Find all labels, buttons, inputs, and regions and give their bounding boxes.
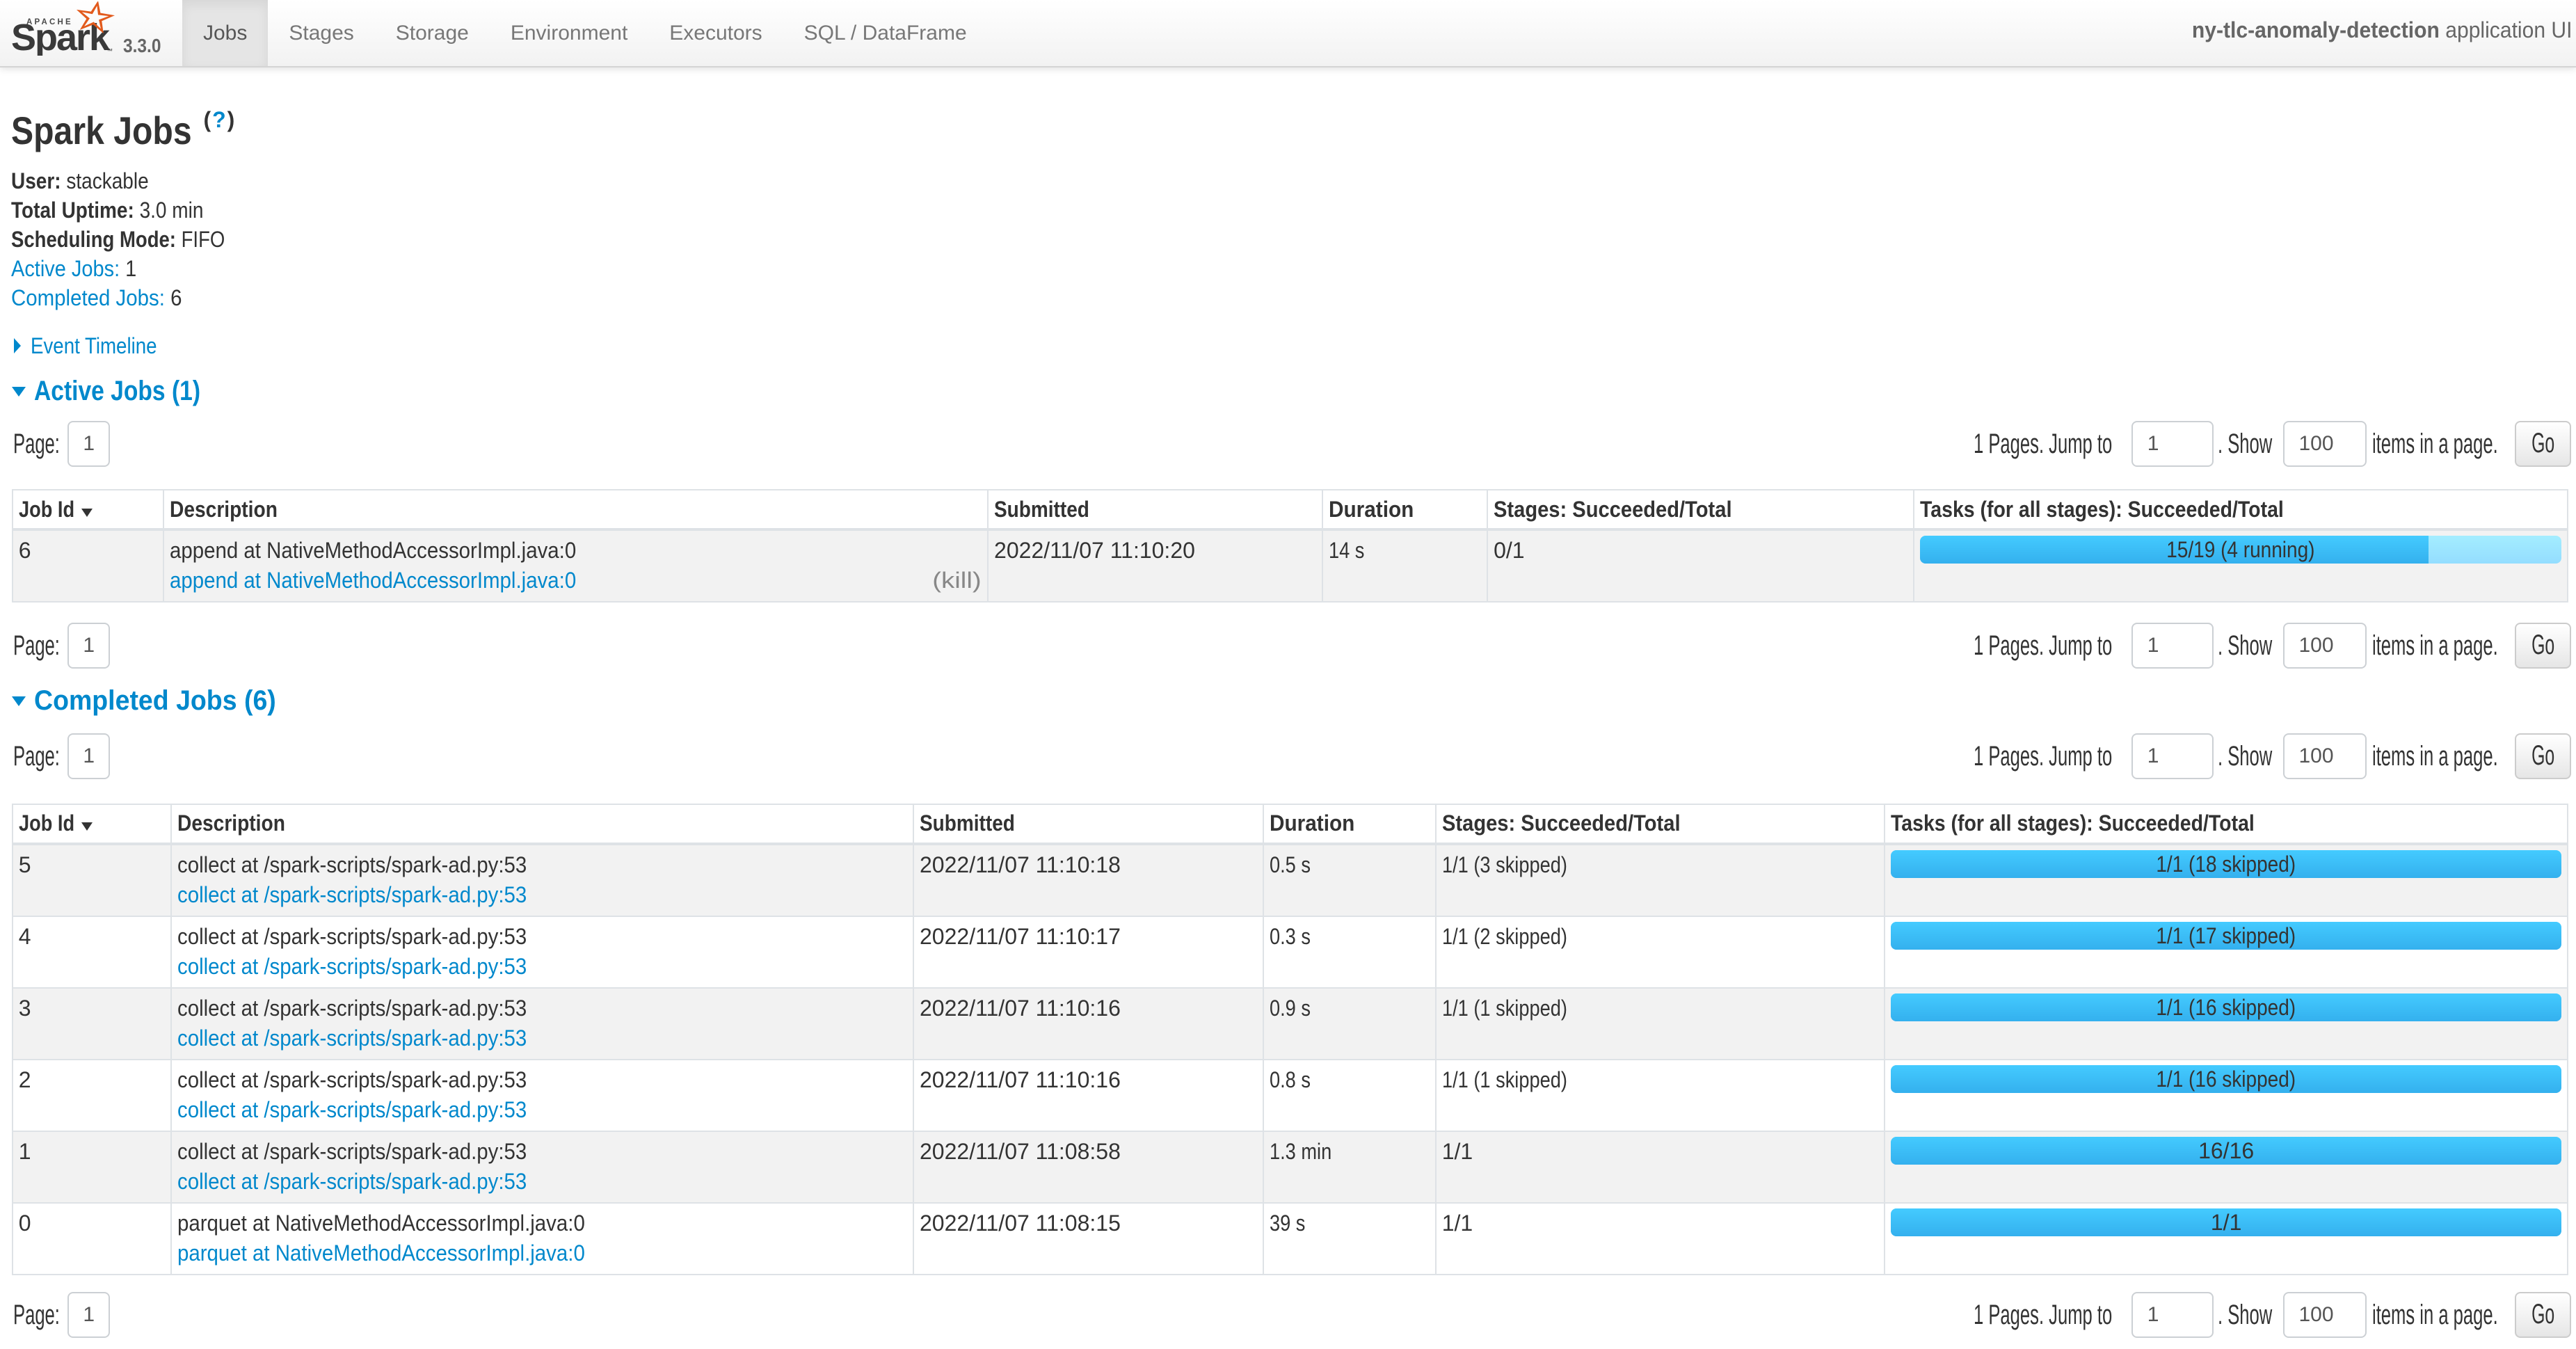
svg-text:™: ™ [106,47,113,54]
svg-text:Spark: Spark [11,17,111,56]
